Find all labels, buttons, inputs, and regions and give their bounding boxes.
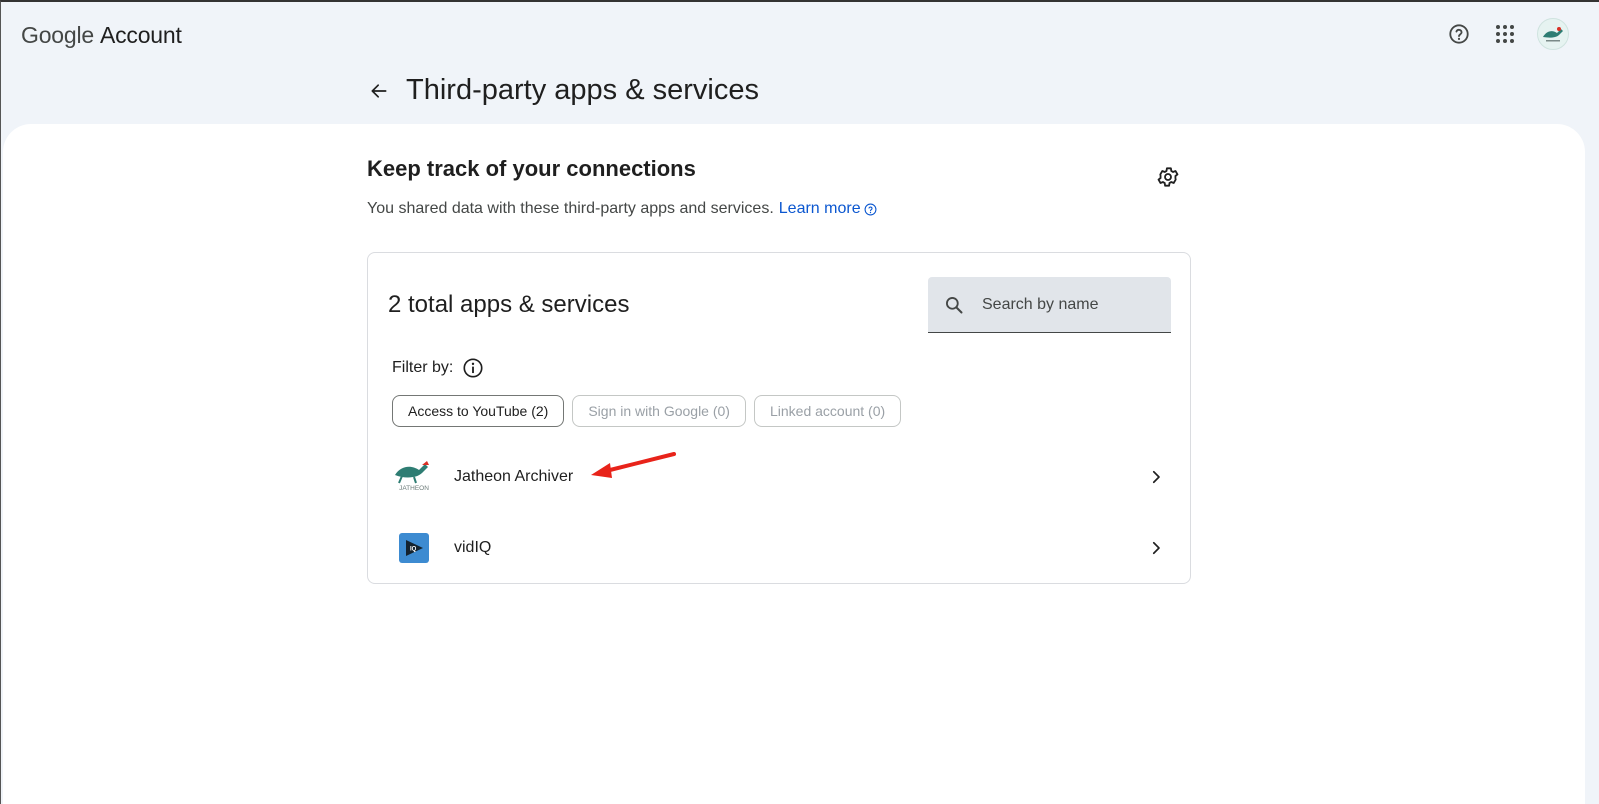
learn-more-link[interactable]: Learn more	[779, 200, 861, 218]
content-sheet: Keep track of your connections You share…	[3, 124, 1585, 804]
section-description: You shared data with these third-party a…	[367, 200, 877, 218]
apps-card: 2 total apps & services Filter by: Acces…	[367, 252, 1191, 584]
chevron-right-icon[interactable]	[1144, 465, 1168, 489]
google-account-logo[interactable]: Google Account	[21, 22, 182, 49]
search-input[interactable]	[982, 295, 1162, 314]
description-text: You shared data with these third-party a…	[367, 200, 774, 217]
info-icon[interactable]	[462, 357, 484, 379]
page-title: Third-party apps & services	[406, 74, 759, 106]
brand-google: Google	[21, 22, 94, 48]
gear-icon[interactable]	[1155, 164, 1181, 190]
apps-grid-icon[interactable]	[1489, 18, 1521, 50]
app-name: vidIQ	[454, 539, 492, 556]
page-header: Third-party apps & services	[367, 74, 759, 107]
top-icons	[1443, 18, 1569, 50]
account-avatar[interactable]	[1537, 18, 1569, 50]
app-row-jatheon[interactable]: JATHEON Jatheon Archiver	[368, 443, 1190, 511]
filter-chip-youtube[interactable]: Access to YouTube (2)	[392, 395, 565, 427]
section-title: Keep track of your connections	[367, 156, 696, 181]
arrow-back-icon[interactable]	[367, 79, 391, 103]
chevron-right-icon[interactable]	[1144, 536, 1168, 560]
filter-chips: Access to YouTube (2) Sign in with Googl…	[392, 395, 902, 427]
search-icon	[930, 295, 978, 315]
top-bar: Google Account	[1, 2, 1599, 70]
filter-chip-linked-account[interactable]: Linked account (0)	[753, 395, 902, 427]
help-circle-small-icon[interactable]	[864, 203, 877, 216]
annotation-arrow	[591, 452, 676, 478]
brand-account: Account	[99, 22, 182, 48]
filter-row: Filter by:	[392, 357, 484, 379]
filter-label: Filter by:	[392, 359, 454, 376]
jatheon-logo-text: JATHEON	[399, 485, 429, 492]
vidiq-logo-text: IQ	[410, 547, 417, 553]
help-circle-icon[interactable]	[1443, 18, 1475, 50]
filter-chip-sign-in-with-google[interactable]: Sign in with Google (0)	[572, 395, 746, 427]
search-box[interactable]	[928, 277, 1171, 333]
jatheon-logo: JATHEON	[392, 455, 436, 499]
app-row-vidiq[interactable]: IQ vidIQ	[368, 514, 1190, 582]
vidiq-logo: IQ	[392, 526, 436, 570]
app-name: Jatheon Archiver	[454, 468, 574, 485]
total-apps-title: 2 total apps & services	[388, 291, 630, 318]
